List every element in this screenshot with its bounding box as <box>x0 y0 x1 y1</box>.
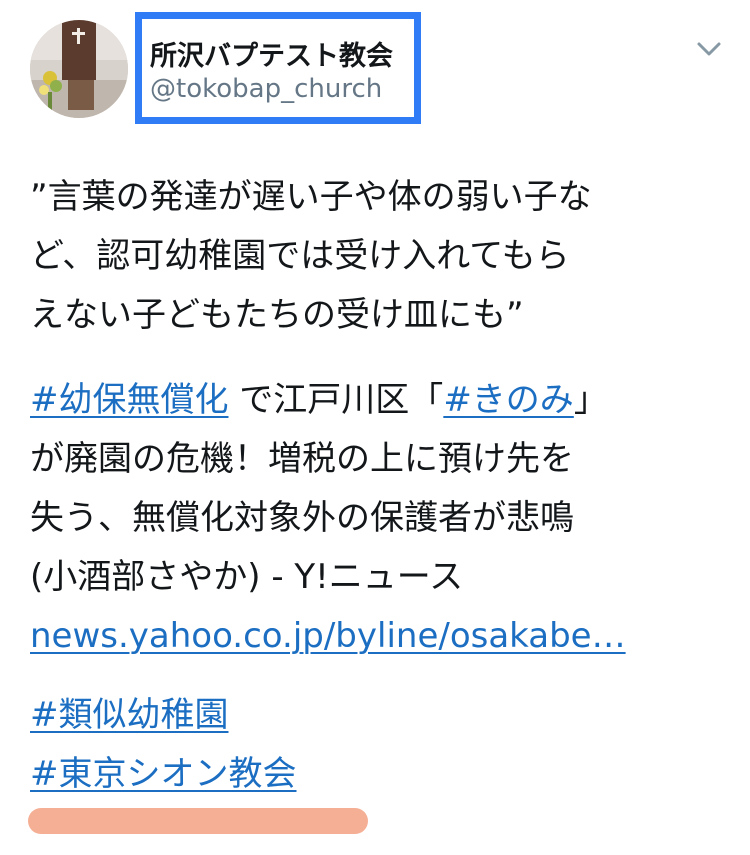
chevron-down-icon[interactable] <box>694 38 724 62</box>
tweet-body-line: が廃園の危機！増税の上に預け先を <box>30 439 574 479</box>
tweet-body-line: 失う、無償化対象外の保護者が悲鳴 <box>30 498 574 538</box>
hashtag-link-zion[interactable]: #東京シオン教会 <box>30 754 297 794</box>
hashtag-link-ruiji[interactable]: #類似幼稚園 <box>30 695 229 735</box>
quote-line: ”言葉の発達が遅い子や体の弱い子な <box>30 177 592 217</box>
hashtag-link-mushoka[interactable]: #幼保無償化 <box>30 380 229 420</box>
tweet-body-text: で江戸川区「 <box>228 380 444 420</box>
tweet-article: #幼保無償化 で江戸川区「#きのみ」 が廃園の危機！増税の上に預け先を 失う、無… <box>30 371 730 666</box>
quote-line: ど、認可幼稚園では受け入れてもら <box>30 236 570 276</box>
tweet-hashtags: #類似幼稚園 #東京シオン教会 <box>30 686 730 804</box>
marker-highlight <box>28 808 368 834</box>
quote-line: えない子どもたちの受け皿にも” <box>30 295 524 335</box>
display-name[interactable]: 所沢バプテスト教会 <box>150 34 393 73</box>
church-interior-image <box>30 20 128 118</box>
tweet-body-line: (小酒部さやか) - Y!ニュース <box>30 557 464 597</box>
hashtag-link-kinomi[interactable]: #きのみ <box>443 380 574 420</box>
avatar[interactable] <box>30 20 128 118</box>
tweet-quote: ”言葉の発達が遅い子や体の弱い子な ど、認可幼稚園では受け入れてもら えない子ど… <box>30 168 730 345</box>
article-link[interactable]: news.yahoo.co.jp/byline/osakabe… <box>30 616 626 656</box>
account-handle[interactable]: @tokobap_church <box>150 74 382 104</box>
tweet-body-text: 」 <box>573 380 608 420</box>
tweet-text: ”言葉の発達が遅い子や体の弱い子な ど、認可幼稚園では受け入れてもら えない子ど… <box>30 168 730 804</box>
